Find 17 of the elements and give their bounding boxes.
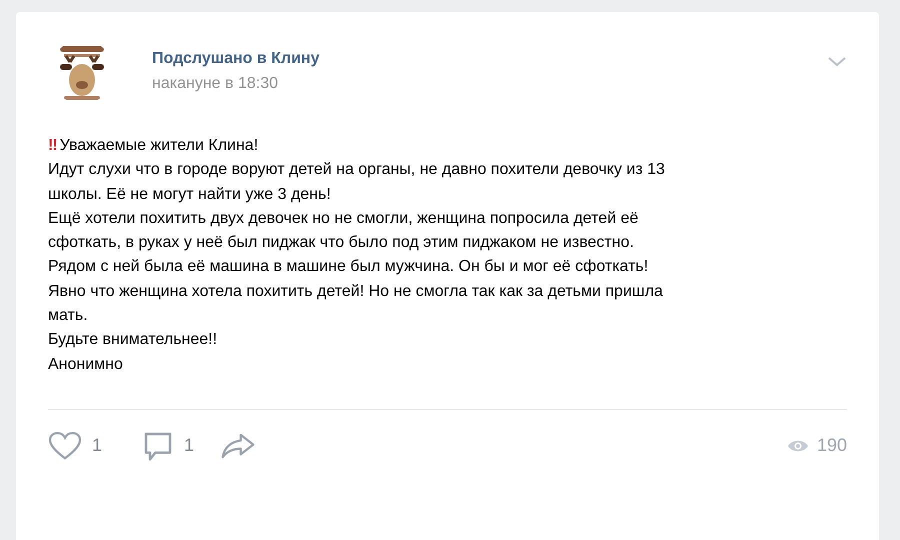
post-text-line: Будьте внимательнее!! bbox=[48, 330, 218, 350]
chevron-down-icon[interactable] bbox=[827, 56, 847, 68]
group-name-link[interactable]: Подслушано в Клину bbox=[152, 50, 320, 68]
post-text-line: сфоткать, в руках у неё был пиджак что было под этим пиджаком не известно. bbox=[48, 233, 635, 254]
post-text-line: школы. Её не могут найти уже 3 день! bbox=[48, 184, 332, 205]
post-text-line: ‼ Уважаемые жители Клина! bbox=[48, 136, 260, 156]
post-text-line: Ещё хотели похитить двух девочек но не смогли, женщина попросила детей её bbox=[48, 208, 640, 229]
eye-icon bbox=[786, 438, 809, 453]
view-count: 190 bbox=[816, 435, 847, 456]
post-text-line: Идут слухи что в городе воруют детей на органы, не давно похители девочку из 13 bbox=[48, 160, 666, 180]
post-text-line: Явно что женщина хотела похитить детей! Но не смогла так как за детьми пришла bbox=[48, 282, 664, 302]
post-text-line: Анонимно bbox=[48, 354, 124, 375]
post-text-line: мать. bbox=[48, 306, 89, 326]
share-icon[interactable] bbox=[220, 432, 256, 460]
post-text-line: Рядом с ней была её машина в машине был мужчина. Он бы и мог её сфоткать! bbox=[48, 257, 650, 278]
post-time: накануне в 18:30 bbox=[152, 75, 279, 93]
comment-button[interactable]: 1 bbox=[142, 430, 194, 462]
